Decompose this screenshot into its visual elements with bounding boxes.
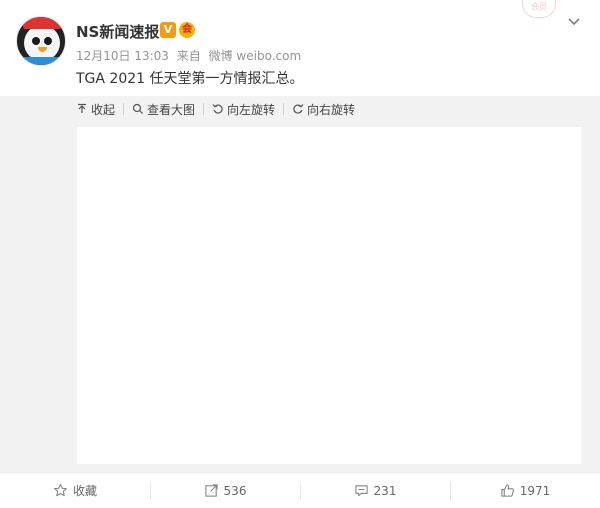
avatar-hat xyxy=(23,17,61,29)
avatar-scarf xyxy=(21,57,63,65)
share-icon xyxy=(204,484,218,497)
star-icon xyxy=(54,483,67,497)
avatar-eye-right xyxy=(44,37,52,45)
media-area: 收起 查看大图 向左旋转 向右旋转 xyxy=(0,96,600,472)
comment-icon xyxy=(354,485,368,497)
post-source[interactable]: 微博 weibo.com xyxy=(209,49,302,63)
rotate-right-button[interactable]: 向右旋转 xyxy=(292,96,355,122)
favorite-label: 收藏 xyxy=(72,484,97,498)
source-prefix: 来自 xyxy=(176,49,201,63)
action-bar: 收藏 536 231 1971 xyxy=(0,472,600,508)
post-time[interactable]: 12月10日 13:03 xyxy=(76,49,169,63)
repost-count: 536 xyxy=(223,483,247,498)
divider xyxy=(203,103,205,115)
comment-button[interactable]: 231 xyxy=(300,473,450,508)
rotate-right-label: 向右旋转 xyxy=(307,102,356,117)
post-header: NS新闻速报 V 会 12月10日 13:03 来自 微博 weibo.com … xyxy=(0,0,600,96)
like-button[interactable]: 1971 xyxy=(450,473,600,508)
rotate-left-icon xyxy=(212,104,223,114)
like-count: 1971 xyxy=(519,483,551,498)
collapse-button[interactable]: 收起 xyxy=(76,96,115,122)
collapse-label: 收起 xyxy=(91,102,116,117)
post-image[interactable] xyxy=(77,127,581,464)
avatar-eye-left xyxy=(32,37,40,45)
post-text: TGA 2021 任天堂第一方情报汇总。 xyxy=(76,71,304,87)
divider xyxy=(283,103,285,115)
verified-badge[interactable]: V xyxy=(160,22,176,38)
username[interactable]: NS新闻速报 xyxy=(76,21,159,42)
comment-count: 231 xyxy=(373,483,397,498)
search-icon xyxy=(132,103,143,114)
rotate-right-icon xyxy=(293,104,304,114)
rotate-left-label: 向左旋转 xyxy=(227,102,276,117)
member-badge[interactable]: 会 xyxy=(179,22,195,38)
view-large-button[interactable]: 查看大图 xyxy=(132,96,195,122)
rotate-left-button[interactable]: 向左旋转 xyxy=(212,96,275,122)
member-stamp: 会员 xyxy=(522,0,556,18)
view-large-label: 查看大图 xyxy=(147,102,196,117)
post-meta: 12月10日 13:03 来自 微博 weibo.com xyxy=(76,47,305,64)
collapse-icon xyxy=(78,103,86,113)
chevron-down-icon[interactable] xyxy=(567,14,581,28)
avatar[interactable] xyxy=(16,16,66,66)
thumbs-up-icon xyxy=(501,484,514,497)
divider xyxy=(123,103,125,115)
repost-button[interactable]: 536 xyxy=(150,473,300,508)
avatar-face xyxy=(24,25,60,61)
favorite-button[interactable]: 收藏 xyxy=(0,473,150,508)
image-toolbar: 收起 查看大图 向左旋转 向右旋转 xyxy=(76,96,355,122)
